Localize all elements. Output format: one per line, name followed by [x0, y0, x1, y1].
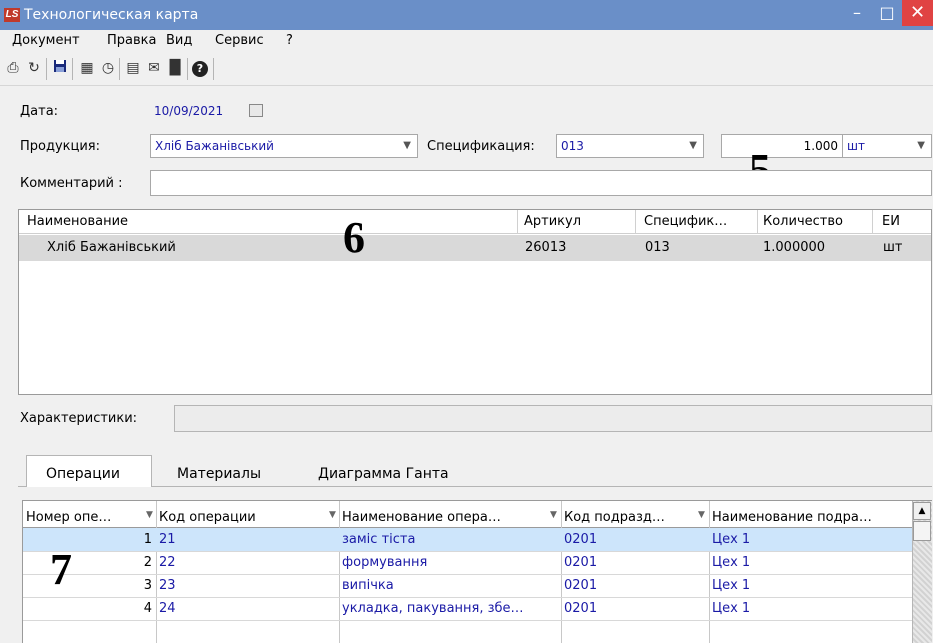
menu-document[interactable]: Документ — [12, 33, 80, 48]
op-dept-name: Цех 1 — [712, 532, 751, 547]
help-icon[interactable]: ? — [192, 61, 208, 77]
scroll-thumb[interactable] — [913, 521, 931, 541]
col-op-name[interactable]: Наименование опера… — [342, 510, 548, 525]
row-name: Хліб Бажанівський — [47, 240, 176, 255]
table-row[interactable]: Хліб Бажанівський 26013 013 1.000000 шт — [19, 235, 931, 261]
chars-label: Характеристики: — [20, 411, 138, 426]
op-dept-name: Цех 1 — [712, 555, 751, 570]
app-logo-icon: LS — [4, 8, 20, 22]
col-dept-code[interactable]: Код подразд… — [564, 510, 699, 525]
title-bar: LS Технологическая карта – □ ✕ — [0, 0, 933, 30]
product-grid: Наименование Артикул Специфик… Количеств… — [18, 209, 932, 395]
op-code: 21 — [159, 532, 176, 547]
maximize-button[interactable]: □ — [872, 0, 902, 26]
quantity-field[interactable]: 1.000 — [721, 134, 843, 158]
spec-label: Спецификация: — [427, 139, 535, 154]
chevron-down-icon[interactable]: ▼ — [403, 135, 411, 157]
row-qty: 1.000000 — [763, 240, 826, 255]
spec-select[interactable]: 013 ▼ — [556, 134, 704, 158]
col-op-number[interactable]: Номер опе… — [26, 510, 146, 525]
op-name: випічка — [342, 578, 394, 593]
scroll-up-icon[interactable]: ▲ — [913, 502, 931, 520]
op-name: заміс тіста — [342, 532, 416, 547]
col-unit[interactable]: ЕИ — [882, 214, 900, 229]
chars-field[interactable] — [174, 405, 932, 432]
op-dept-name: Цех 1 — [712, 601, 751, 616]
col-name[interactable]: Наименование — [27, 214, 128, 229]
op-dept-code: 0201 — [564, 532, 598, 547]
op-code: 24 — [159, 601, 176, 616]
product-select[interactable]: Хліб Бажанівський ▼ — [150, 134, 418, 158]
annotation-7: 7 — [50, 545, 72, 594]
op-name: укладка, пакування, збе… — [342, 601, 524, 616]
comment-input[interactable] — [150, 170, 932, 196]
menu-help[interactable]: ? — [286, 33, 293, 48]
menu-bar: Документ Правка Вид Сервис ? — [0, 30, 933, 52]
window-title: Технологическая карта — [24, 7, 199, 23]
col-article[interactable]: Артикул — [524, 214, 581, 229]
op-number: 2 — [143, 555, 152, 570]
unit-select[interactable]: шт ▼ — [842, 134, 932, 158]
mail-icon[interactable]: ✉ — [145, 59, 163, 77]
op-number: 3 — [143, 578, 152, 593]
op-number: 4 — [143, 601, 152, 616]
menu-view[interactable]: Вид — [166, 33, 192, 48]
chevron-down-icon[interactable]: ▼ — [689, 135, 697, 157]
save-icon[interactable] — [51, 59, 69, 77]
tab-operations[interactable]: Операции — [46, 466, 120, 482]
table-icon[interactable]: ▦ — [78, 59, 96, 77]
calendar-icon[interactable] — [249, 104, 263, 117]
op-code: 23 — [159, 578, 176, 593]
menu-service[interactable]: Сервис — [215, 33, 264, 48]
minimize-button[interactable]: – — [842, 0, 872, 26]
comment-label: Комментарий : — [20, 176, 123, 191]
unit-value: шт — [847, 139, 865, 153]
filter-icon[interactable]: ▼ — [698, 510, 705, 520]
row-unit: шт — [883, 240, 903, 255]
menu-edit[interactable]: Правка — [107, 33, 156, 48]
filter-icon[interactable]: ▼ — [146, 510, 153, 520]
toolbar: ⎙ ↻ ▦ ◷ ▤ ✉ █ ? — [0, 52, 933, 86]
tab-gantt[interactable]: Диаграмма Ганта — [318, 466, 449, 482]
row-article: 26013 — [525, 240, 567, 255]
product-grid-header: Наименование Артикул Специфик… Количеств… — [19, 210, 931, 234]
op-dept-code: 0201 — [564, 601, 598, 616]
annotation-6: 6 — [343, 213, 365, 262]
chevron-down-icon[interactable]: ▼ — [917, 135, 925, 157]
row-spec: 013 — [645, 240, 670, 255]
col-qty[interactable]: Количество — [763, 214, 843, 229]
refresh-icon[interactable]: ↻ — [25, 59, 43, 77]
op-dept-code: 0201 — [564, 578, 598, 593]
date-label: Дата: — [20, 104, 59, 119]
product-value: Хліб Бажанівський — [155, 139, 274, 153]
product-label: Продукция: — [20, 139, 101, 154]
tab-materials[interactable]: Материалы — [177, 466, 261, 482]
print-icon[interactable]: ⎙ — [4, 59, 22, 77]
op-dept-code: 0201 — [564, 555, 598, 570]
close-button[interactable]: ✕ — [902, 0, 933, 26]
spec-value: 013 — [561, 139, 584, 153]
col-op-code[interactable]: Код операции — [159, 510, 319, 525]
calc-icon[interactable]: ◷ — [99, 59, 117, 77]
form-icon[interactable]: ▤ — [124, 59, 142, 77]
col-dept-name[interactable]: Наименование подра… — [712, 510, 908, 525]
op-number: 1 — [143, 532, 152, 547]
date-field[interactable]: 10/09/2021 — [150, 100, 245, 124]
filter-icon[interactable]: ▼ — [329, 510, 336, 520]
filter-icon[interactable]: ▼ — [550, 510, 557, 520]
col-spec[interactable]: Специфик… — [644, 214, 756, 229]
barcode-icon[interactable]: █ — [166, 59, 184, 77]
op-dept-name: Цех 1 — [712, 578, 751, 593]
op-name: формування — [342, 555, 428, 570]
op-code: 22 — [159, 555, 176, 570]
